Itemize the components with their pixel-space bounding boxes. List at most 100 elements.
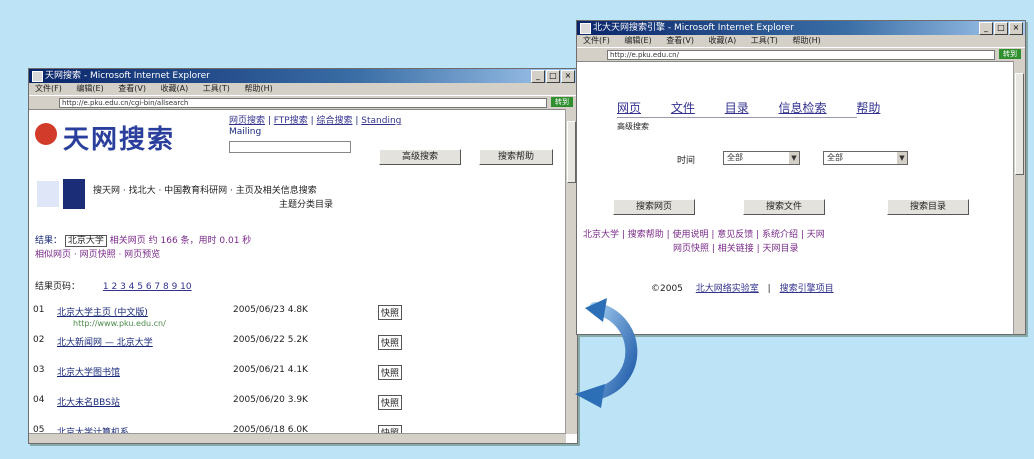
link-standing[interactable]: Standing <box>361 116 401 126</box>
snapshot-button[interactable]: 快照 <box>378 365 403 380</box>
menu-edit[interactable]: 编辑(E) <box>76 84 103 93</box>
search-web-button[interactable]: 搜索网页 <box>613 199 695 215</box>
link-ftp-search[interactable]: FTP搜索 <box>274 116 308 126</box>
result-number: 02 <box>33 335 45 345</box>
result-meta: 2005/06/20 3.9K <box>233 395 308 405</box>
search-files-button[interactable]: 搜索文件 <box>743 199 825 215</box>
result-number: 01 <box>33 305 45 315</box>
result-header: 结果： <box>35 236 63 246</box>
right-go-button[interactable]: 转到 <box>999 49 1021 59</box>
time-label: 时间 <box>677 156 696 166</box>
link-combined-search[interactable]: 综合搜索 <box>317 116 353 126</box>
snapshot-button[interactable]: 快照 <box>378 395 403 410</box>
snapshot-button[interactable]: 快照 <box>378 335 403 350</box>
menu-favorites[interactable]: 收藏(A) <box>161 84 189 93</box>
top-links: 网页搜索 | FTP搜索 | 综合搜索 | Standing <box>229 116 402 126</box>
maximize-icon[interactable]: □ <box>994 22 1008 35</box>
ie-icon <box>32 71 43 82</box>
footer-link-project[interactable]: 搜索引擎项目 <box>780 284 834 294</box>
right-menu-bar: 文件(F) 编辑(E) 查看(V) 收藏(A) 工具(T) 帮助(H) <box>577 35 1025 47</box>
result-meta: 2005/06/22 5.2K <box>233 335 308 345</box>
maximize-icon[interactable]: □ <box>546 70 560 83</box>
result-title[interactable]: 北京大学主页 (中文版) <box>57 305 148 318</box>
promo-line-2[interactable]: 主题分类目录 <box>279 197 333 210</box>
logo-icon <box>35 123 57 145</box>
page-links[interactable]: 1 2 3 4 5 6 7 8 9 10 <box>103 282 192 292</box>
menu-file[interactable]: 文件(F) <box>583 36 610 45</box>
tab-directory[interactable]: 目录 <box>725 101 749 115</box>
menu-help[interactable]: 帮助(H) <box>244 84 272 93</box>
right-address-bar: http://e.pku.edu.cn/ 转到 <box>577 47 1025 62</box>
close-icon[interactable]: × <box>1009 22 1023 35</box>
list-item: 03 北京大学图书馆 2005/06/21 4.1K 快照 <box>33 365 563 395</box>
result-title[interactable]: 北大新闻网 — 北京大学 <box>57 335 153 348</box>
footer-label: ©2005 <box>651 284 683 294</box>
search-help-button[interactable]: 搜索帮助 <box>479 149 553 165</box>
right-scroll-thumb[interactable] <box>1015 73 1024 175</box>
time-select-1[interactable]: 全部 ▼ <box>723 151 800 165</box>
divider <box>617 117 857 118</box>
link-mailing[interactable]: Mailing <box>229 127 261 137</box>
links-line-2[interactable]: 网页快照 | 相关链接 | 天网目录 <box>673 241 799 254</box>
menu-edit[interactable]: 编辑(E) <box>624 36 651 45</box>
tab-info-retrieval[interactable]: 信息检索 <box>779 101 827 115</box>
result-sub[interactable]: 相似网页 · 网页快照 · 网页预览 <box>35 247 160 260</box>
menu-view[interactable]: 查看(V) <box>118 84 146 93</box>
close-icon[interactable]: × <box>561 70 575 83</box>
left-horizontal-scrollbar[interactable] <box>29 433 566 443</box>
left-browser-window: 天网搜索 - Microsoft Internet Explorer _ □ ×… <box>28 68 578 444</box>
time-select-2-value: 全部 <box>827 153 843 162</box>
snapshot-button[interactable]: 快照 <box>378 305 403 320</box>
advanced-search-button[interactable]: 高级搜索 <box>379 149 461 165</box>
left-search-input[interactable] <box>229 141 351 153</box>
left-address-bar: http://e.pku.edu.cn/cgi-bin/allsearch 转到 <box>29 95 577 110</box>
time-select-2[interactable]: 全部 ▼ <box>823 151 908 165</box>
ie-icon <box>580 23 591 34</box>
result-number: 03 <box>33 365 45 375</box>
left-go-button[interactable]: 转到 <box>551 97 573 107</box>
promo-icon <box>37 181 59 207</box>
list-item: 01 北京大学主页 (中文版) 2005/06/23 4.8K 快照 http:… <box>33 305 563 335</box>
left-page-content: 天网搜索 网页搜索 | FTP搜索 | 综合搜索 | Standing Mail… <box>29 109 566 434</box>
left-scroll-thumb[interactable] <box>567 121 576 183</box>
result-title[interactable]: 北京大学图书馆 <box>57 365 120 378</box>
right-page-content: 网页 文件 目录 信息检索 帮助 高级搜索 时间 全部 ▼ 全部 ▼ 搜索网页 … <box>577 61 1014 334</box>
menu-file[interactable]: 文件(F) <box>35 84 62 93</box>
left-address-input[interactable]: http://e.pku.edu.cn/cgi-bin/allsearch <box>59 98 547 108</box>
link-web-search[interactable]: 网页搜索 <box>229 116 265 126</box>
minimize-icon[interactable]: _ <box>979 22 993 35</box>
promo-badge-icon <box>63 179 85 209</box>
footer: ©2005 北大网络实验室 | 搜索引擎项目 <box>651 284 834 294</box>
tab-web[interactable]: 网页 <box>617 101 641 115</box>
result-meta: 2005/06/23 4.8K <box>233 305 308 315</box>
menu-tools[interactable]: 工具(T) <box>751 36 778 45</box>
right-browser-window: 北大天网搜索引擎 - Microsoft Internet Explorer _… <box>576 20 1026 335</box>
list-item: 02 北大新闻网 — 北京大学 2005/06/22 5.2K 快照 <box>33 335 563 365</box>
tab-help[interactable]: 帮助 <box>856 101 880 115</box>
links-line-1[interactable]: 北京大学 | 搜索帮助 | 使用说明 | 意见反馈 | 系统介绍 | 天网 <box>583 227 825 240</box>
left-window-title: 天网搜索 - Microsoft Internet Explorer <box>45 71 210 81</box>
result-list: 01 北京大学主页 (中文版) 2005/06/23 4.8K 快照 http:… <box>33 305 563 434</box>
minimize-icon[interactable]: _ <box>531 70 545 83</box>
result-url: http://www.pku.edu.cn/ <box>73 319 166 328</box>
right-address-input[interactable]: http://e.pku.edu.cn/ <box>607 50 995 60</box>
menu-tools[interactable]: 工具(T) <box>203 84 230 93</box>
result-keyword: 北京大学 <box>64 235 107 247</box>
left-title-bar[interactable]: 天网搜索 - Microsoft Internet Explorer _ □ × <box>29 69 577 83</box>
tab-files[interactable]: 文件 <box>671 101 695 115</box>
result-summary: 结果： 北京大学 相关网页 约 166 条，用时 0.01 秒 <box>35 233 251 247</box>
menu-view[interactable]: 查看(V) <box>666 36 694 45</box>
right-vertical-scrollbar[interactable] <box>1013 61 1025 334</box>
menu-favorites[interactable]: 收藏(A) <box>709 36 737 45</box>
background-canvas: 天网搜索 - Microsoft Internet Explorer _ □ ×… <box>0 0 1034 459</box>
menu-help[interactable]: 帮助(H) <box>792 36 820 45</box>
promo-line-1[interactable]: 搜天网 · 找北大 · 中国教育科研网 · 主页及相关信息搜索 <box>93 183 317 196</box>
footer-link-lab[interactable]: 北大网络实验室 <box>696 284 759 294</box>
top-tabs: 网页 文件 目录 信息检索 帮助 <box>617 99 880 116</box>
right-title-bar[interactable]: 北大天网搜索引擎 - Microsoft Internet Explorer _… <box>577 21 1025 35</box>
left-menu-bar: 文件(F) 编辑(E) 查看(V) 收藏(A) 工具(T) 帮助(H) <box>29 83 577 95</box>
right-window-title: 北大天网搜索引擎 - Microsoft Internet Explorer <box>593 23 794 33</box>
search-directory-button[interactable]: 搜索目录 <box>887 199 969 215</box>
result-title[interactable]: 北大未名BBS站 <box>57 395 120 408</box>
advanced-link[interactable]: 高级搜索 <box>617 121 649 132</box>
